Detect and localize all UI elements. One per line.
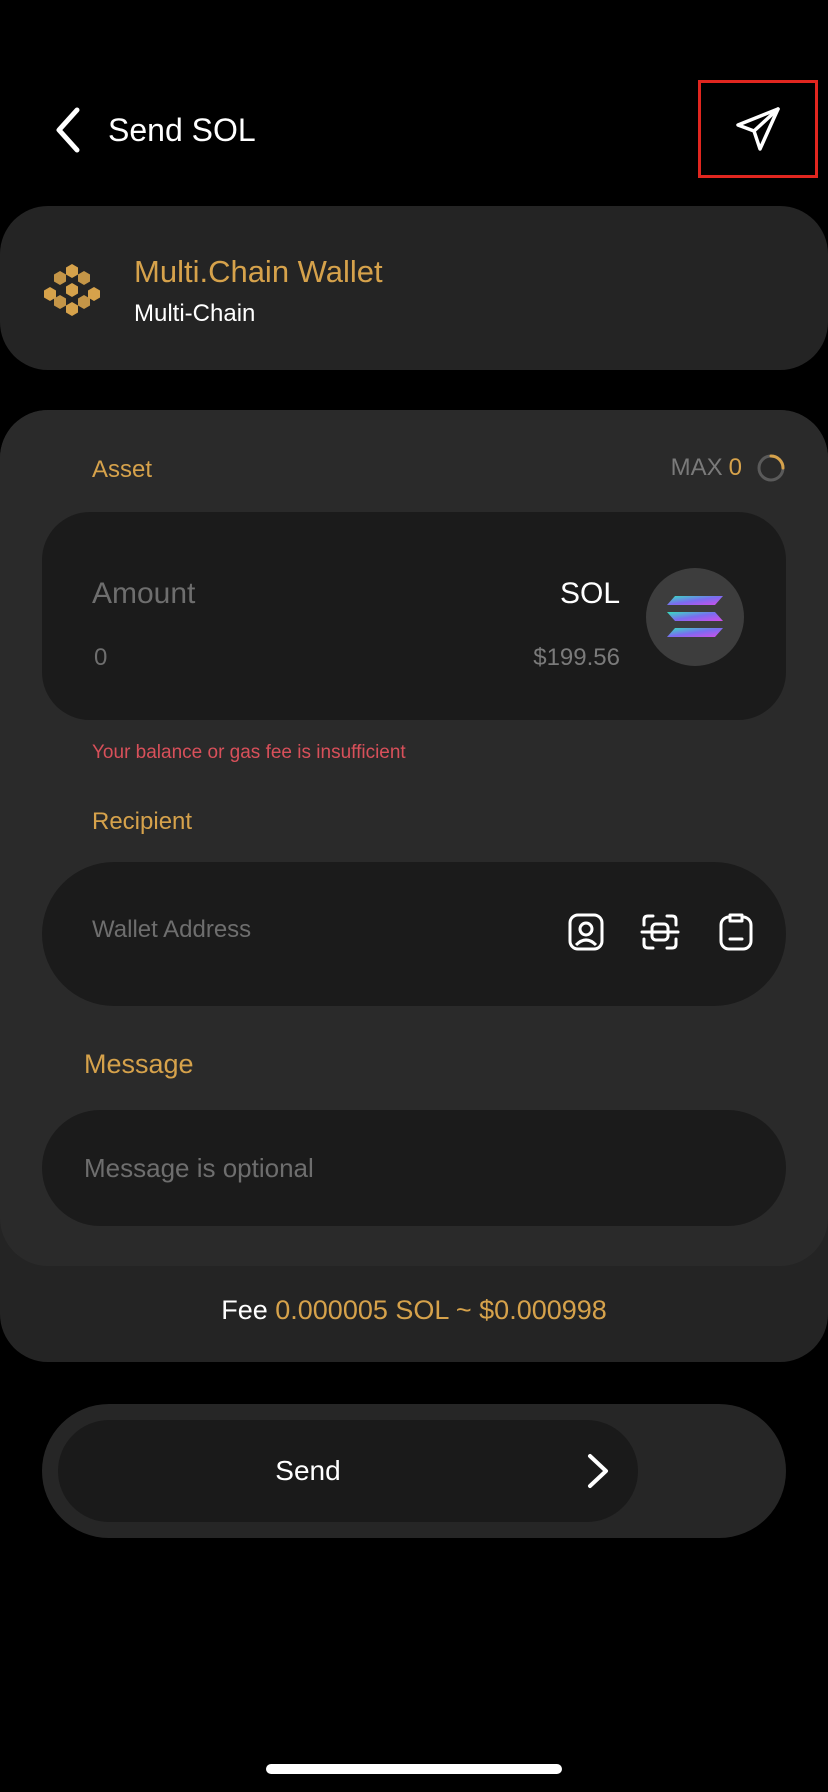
fee-line: Fee 0.000005 SOL ~ $0.000998 bbox=[0, 1292, 828, 1328]
scan-qr-button[interactable] bbox=[636, 908, 684, 956]
token-symbol: SOL bbox=[559, 577, 620, 610]
multichain-logo-icon bbox=[44, 264, 100, 316]
message-input[interactable]: Message is optional bbox=[42, 1110, 786, 1226]
max-label: MAX bbox=[670, 454, 723, 481]
spinner-icon bbox=[757, 454, 785, 482]
amount-fiat-value: 0 bbox=[94, 644, 108, 671]
send-button[interactable]: Send bbox=[58, 1420, 638, 1522]
send-form-inner: Asset MAX 0 Amount 0 SOL $199.56 Your ba… bbox=[0, 410, 828, 1266]
page-title: Send SOL bbox=[108, 112, 256, 148]
token-price: $199.56 bbox=[533, 644, 620, 671]
chevron-left-icon bbox=[56, 107, 80, 153]
token-selector[interactable] bbox=[646, 568, 744, 666]
error-message: Your balance or gas fee is insufficient bbox=[92, 742, 406, 763]
contacts-button[interactable] bbox=[562, 908, 610, 956]
wallet-address-input[interactable]: Wallet Address bbox=[42, 862, 786, 1006]
wallet-chain: Multi-Chain bbox=[134, 300, 256, 327]
fee-label: Fee bbox=[221, 1295, 268, 1325]
message-placeholder: Message is optional bbox=[84, 1153, 314, 1183]
contact-icon bbox=[568, 913, 604, 951]
home-indicator[interactable] bbox=[266, 1764, 562, 1774]
solana-icon bbox=[667, 596, 723, 637]
amount-input[interactable]: Amount 0 SOL $199.56 bbox=[42, 512, 786, 720]
fee-value: 0.000005 SOL ~ $0.000998 bbox=[275, 1295, 607, 1325]
back-button[interactable] bbox=[48, 104, 88, 156]
recipient-label: Recipient bbox=[92, 808, 193, 835]
amount-placeholder: Amount bbox=[92, 577, 196, 610]
paper-plane-icon bbox=[736, 107, 780, 151]
send-history-button[interactable] bbox=[698, 80, 818, 178]
wallet-name: Multi.Chain Wallet bbox=[134, 254, 383, 289]
max-value: 0 bbox=[728, 454, 742, 481]
paste-button[interactable] bbox=[712, 908, 760, 956]
max-button[interactable]: MAX 0 bbox=[671, 452, 786, 484]
message-label: Message bbox=[84, 1049, 194, 1079]
asset-label: Asset bbox=[92, 456, 153, 483]
wallet-address-placeholder: Wallet Address bbox=[92, 916, 252, 943]
send-slider-track: Send bbox=[42, 1404, 786, 1538]
paste-icon bbox=[719, 913, 753, 951]
header: Send SOL bbox=[0, 0, 828, 200]
chevron-right-icon bbox=[588, 1454, 608, 1488]
scan-icon bbox=[640, 914, 680, 950]
send-form: Asset MAX 0 Amount 0 SOL $199.56 Your ba… bbox=[0, 410, 828, 1362]
send-label: Send bbox=[275, 1455, 341, 1486]
wallet-selector[interactable]: Multi.Chain Wallet Multi-Chain bbox=[0, 206, 828, 370]
